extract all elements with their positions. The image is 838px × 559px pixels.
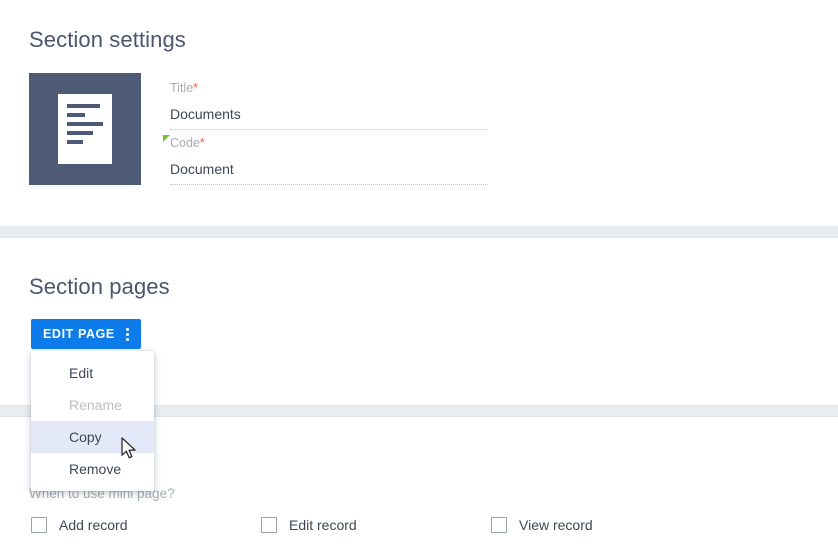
checkbox-view-record-label: View record — [519, 517, 593, 533]
code-underline — [170, 184, 488, 185]
kebab-vertical-icon[interactable] — [124, 327, 131, 341]
title-field-label: Title* — [170, 79, 488, 97]
edit-page-button-label: EDIT PAGE — [43, 327, 115, 341]
section-settings-panel: Section settings Title* Documents Code* — [0, 0, 838, 222]
title-required-star: * — [193, 81, 199, 95]
section-icon-tile[interactable] — [29, 73, 141, 185]
title-field-group: Title* Documents — [170, 79, 488, 130]
checkbox-view-record[interactable]: View record — [491, 517, 593, 533]
code-input[interactable]: Document — [170, 152, 488, 184]
section-settings-page: Section settings Title* Documents Code* — [0, 0, 838, 559]
menu-item-remove[interactable]: Remove — [31, 453, 154, 485]
section-separator-1 — [0, 226, 838, 238]
checkbox-edit-record-label: Edit record — [289, 517, 357, 533]
checkbox-box-icon[interactable] — [261, 517, 277, 533]
page-title: Section settings — [29, 27, 186, 52]
menu-item-rename: Rename — [69, 397, 122, 413]
menu-item-edit[interactable]: Edit — [31, 357, 154, 389]
title-label-text: Title — [170, 81, 194, 95]
mini-page-checkbox-row: Add record Edit record View record — [0, 517, 838, 537]
checkbox-box-icon[interactable] — [31, 517, 47, 533]
checkbox-add-record[interactable]: Add record — [31, 517, 127, 533]
document-lines-icon — [58, 94, 112, 164]
green-flag-icon — [163, 135, 170, 142]
code-label-text: Code — [170, 136, 200, 150]
code-field-group: Code* Document — [163, 134, 488, 185]
section-pages-title: Section pages — [29, 274, 170, 299]
edit-page-dropdown-menu[interactable]: Edit Rename Copy Remove — [31, 351, 154, 491]
title-underline — [170, 129, 488, 130]
edit-page-button[interactable]: EDIT PAGE — [31, 319, 141, 349]
code-field-label: Code* — [163, 134, 488, 152]
checkbox-box-icon[interactable] — [491, 517, 507, 533]
checkbox-edit-record[interactable]: Edit record — [261, 517, 357, 533]
title-input[interactable]: Documents — [170, 97, 488, 129]
menu-item-copy[interactable]: Copy — [31, 421, 154, 453]
code-required-star: * — [199, 136, 205, 150]
checkbox-add-record-label: Add record — [59, 517, 128, 533]
